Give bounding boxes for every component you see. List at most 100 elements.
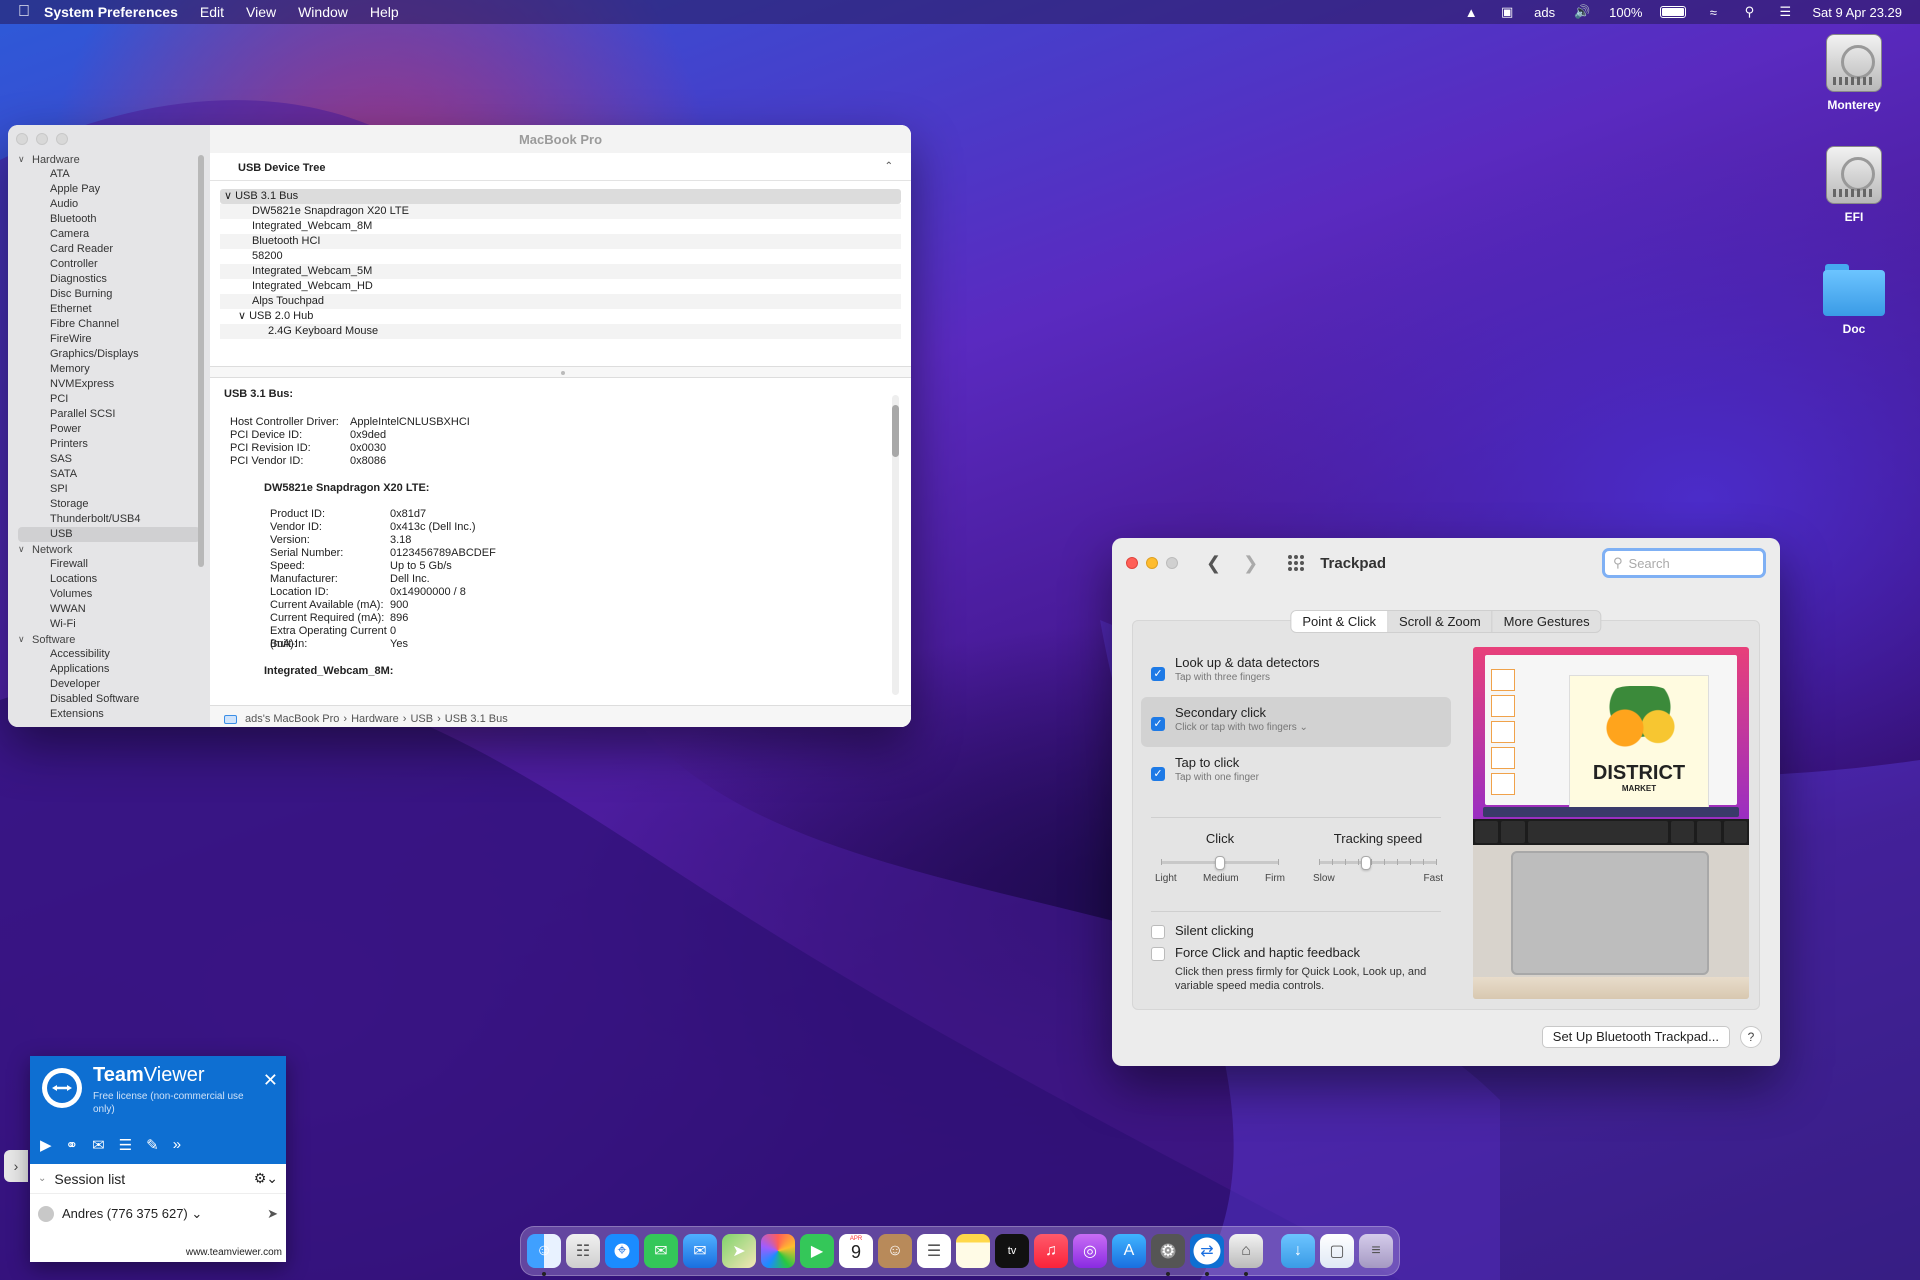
menu-edit[interactable]: Edit: [200, 4, 224, 20]
sidebar-item[interactable]: Extensions: [18, 707, 200, 722]
video-call-icon[interactable]: ▶: [40, 1136, 52, 1154]
status-app-icon[interactable]: ▲: [1462, 5, 1480, 20]
pen-icon[interactable]: ✎: [146, 1136, 159, 1154]
tree-header[interactable]: USB Device Tree ⌃: [210, 153, 911, 181]
sidebar-item[interactable]: Parallel SCSI: [18, 407, 200, 422]
tree-row[interactable]: Integrated_Webcam_5M: [220, 264, 901, 279]
apple-icon[interactable]: : [18, 3, 44, 21]
close-icon[interactable]: ✕: [263, 1070, 278, 1091]
tree-row[interactable]: 2.4G Keyboard Mouse: [220, 324, 901, 339]
tree-row[interactable]: 58200: [220, 249, 901, 264]
checkbox-checked[interactable]: ✓: [1151, 717, 1165, 731]
system-information-icon[interactable]: ⌂: [1229, 1234, 1263, 1276]
forward-icon[interactable]: ❯: [1243, 553, 1258, 574]
menu-clock[interactable]: Sat 9 Apr 23.29: [1812, 5, 1902, 20]
menu-app-name[interactable]: System Preferences: [44, 4, 178, 20]
checkbox-checked[interactable]: ✓: [1151, 767, 1165, 781]
sidebar-item[interactable]: Apple Pay: [18, 182, 200, 197]
detail-scrollbar[interactable]: [892, 395, 899, 695]
sidebar-item[interactable]: Diagnostics: [18, 272, 200, 287]
maps-icon[interactable]: ➤: [722, 1234, 756, 1268]
option-force-click[interactable]: Force Click and haptic feedback: [1141, 941, 1451, 965]
tree-row-bus[interactable]: ∨ USB 3.1 Bus: [220, 189, 901, 204]
tracking-slider[interactable]: [1319, 856, 1437, 870]
files-icon[interactable]: ☰: [119, 1136, 132, 1154]
wifi-icon[interactable]: ≈: [1704, 5, 1722, 20]
sidebar-item[interactable]: Applications: [18, 662, 200, 677]
podcasts-icon[interactable]: ◎: [1073, 1234, 1107, 1268]
path-segment[interactable]: ads's MacBook Pro: [245, 713, 339, 725]
headset-icon[interactable]: ⚭: [66, 1136, 79, 1154]
zoom-button[interactable]: [56, 133, 68, 145]
option-subtitle-dropdown[interactable]: Click or tap with two fingers ⌄: [1175, 722, 1451, 733]
chevron-down-icon[interactable]: ∨: [18, 154, 32, 165]
sidebar-item[interactable]: Disc Burning: [18, 287, 200, 302]
tree-row[interactable]: Integrated_Webcam_8M: [220, 219, 901, 234]
sidebar-group-hardware[interactable]: ∨ Hardware: [18, 152, 200, 167]
teamviewer-url[interactable]: www.teamviewer.com: [186, 1247, 282, 1258]
sidebar-group-software[interactable]: ∨ Software: [18, 632, 200, 647]
sidebar-item[interactable]: Power: [18, 422, 200, 437]
trash-icon[interactable]: ≡: [1359, 1234, 1393, 1268]
menu-window[interactable]: Window: [298, 4, 348, 20]
slider-knob[interactable]: [1361, 856, 1372, 870]
mail-icon[interactable]: ✉: [683, 1234, 717, 1268]
menu-help[interactable]: Help: [370, 4, 399, 20]
pointer-icon[interactable]: ➤: [267, 1206, 278, 1222]
desktop-icon-monterey[interactable]: Monterey: [1804, 34, 1904, 112]
sidebar-item[interactable]: Thunderbolt/USB4: [18, 512, 200, 527]
sidebar-item[interactable]: Ethernet: [18, 302, 200, 317]
checkbox-checked[interactable]: ✓: [1151, 667, 1165, 681]
chat-icon[interactable]: ✉: [92, 1136, 105, 1154]
facetime-icon[interactable]: ▶: [800, 1234, 834, 1268]
close-button[interactable]: [1126, 557, 1138, 569]
menu-user[interactable]: ads: [1534, 5, 1555, 20]
sidebar-item[interactable]: PCI: [18, 392, 200, 407]
zoom-button[interactable]: [1166, 557, 1178, 569]
minimize-button[interactable]: [1146, 557, 1158, 569]
sidebar-item[interactable]: WWAN: [18, 602, 200, 617]
session-list-header[interactable]: ⌄ Session list ⚙⌄: [30, 1164, 286, 1194]
teamviewer-icon[interactable]: ⇄: [1190, 1234, 1224, 1276]
launchpad-icon[interactable]: ☷: [566, 1234, 600, 1268]
sidebar-item[interactable]: Bluetooth: [18, 212, 200, 227]
desktop-icon-doc[interactable]: Doc: [1804, 264, 1904, 336]
back-icon[interactable]: ❮: [1206, 553, 1221, 574]
tab-point-click[interactable]: Point & Click: [1291, 611, 1389, 632]
calendar-icon[interactable]: APR 9: [839, 1234, 873, 1268]
sidebar-item[interactable]: Audio: [18, 197, 200, 212]
sidebar-item[interactable]: Controller: [18, 257, 200, 272]
control-center-icon[interactable]: ☰: [1776, 4, 1794, 19]
option-look-up[interactable]: ✓ Look up & data detectors Tap with thre…: [1141, 647, 1451, 697]
sidebar-item[interactable]: Volumes: [18, 587, 200, 602]
sidebar-item[interactable]: Locations: [18, 572, 200, 587]
chevron-up-icon[interactable]: ⌃: [885, 161, 893, 172]
contacts-icon[interactable]: ☺: [878, 1234, 912, 1268]
minimize-button[interactable]: [36, 133, 48, 145]
search-field[interactable]: ⚲ Search: [1602, 548, 1766, 578]
tree-row[interactable]: Integrated_Webcam_HD: [220, 279, 901, 294]
tree-row[interactable]: Bluetooth HCI: [220, 234, 901, 249]
sidebar-item[interactable]: Printers: [18, 437, 200, 452]
path-segment[interactable]: USB: [410, 713, 433, 725]
more-icon[interactable]: »: [173, 1136, 181, 1154]
teamviewer-collapse-tab[interactable]: ›: [4, 1150, 28, 1182]
sidebar-item[interactable]: Graphics/Displays: [18, 347, 200, 362]
spotlight-icon[interactable]: ⚲: [1740, 4, 1758, 19]
volume-icon[interactable]: 🔊: [1573, 4, 1591, 19]
reminders-icon[interactable]: ☰: [917, 1234, 951, 1268]
app-store-icon[interactable]: A: [1112, 1234, 1146, 1268]
sidebar-item[interactable]: Disabled Software: [18, 692, 200, 707]
checkbox-unchecked[interactable]: [1151, 947, 1165, 961]
sidebar-group-network[interactable]: ∨ Network: [18, 542, 200, 557]
option-secondary-click[interactable]: ✓ Secondary click Click or tap with two …: [1141, 697, 1451, 747]
option-tap-to-click[interactable]: ✓ Tap to click Tap with one finger: [1141, 747, 1451, 797]
notes-icon[interactable]: [956, 1234, 990, 1268]
checkbox-unchecked[interactable]: [1151, 925, 1165, 939]
setup-bluetooth-trackpad-button[interactable]: Set Up Bluetooth Trackpad...: [1541, 1026, 1730, 1048]
menu-view[interactable]: View: [246, 4, 276, 20]
sidebar-item[interactable]: Fibre Channel: [18, 317, 200, 332]
help-button[interactable]: ?: [1740, 1026, 1762, 1048]
chevron-down-icon[interactable]: ∨: [224, 190, 235, 202]
session-contact[interactable]: Andres (776 375 627) ⌄ ➤: [30, 1194, 286, 1234]
